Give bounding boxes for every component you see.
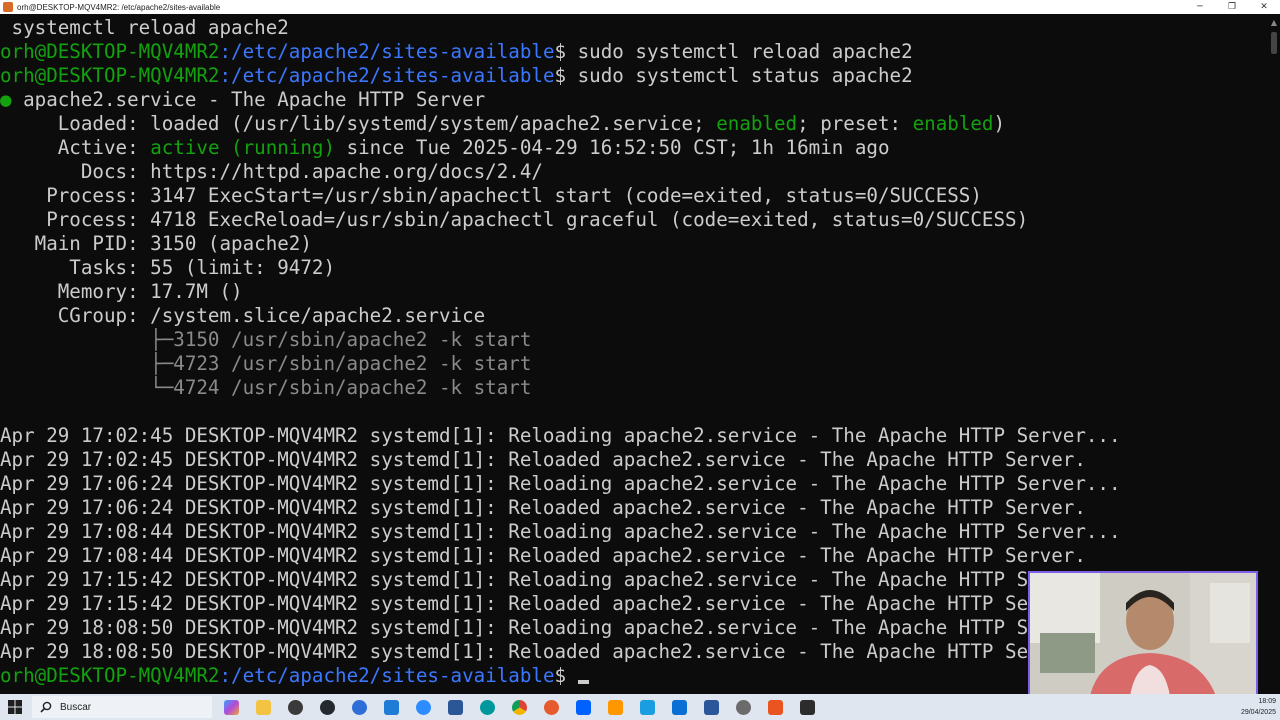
command-text: sudo systemctl reload apache2 — [566, 40, 913, 63]
zoom-icon[interactable] — [410, 695, 436, 719]
terminal-line: Active: active (running) since Tue 2025-… — [0, 136, 890, 159]
terminal-prompt-line: orh@DESKTOP-MQV4MR2:/etc/apache2/sites-a… — [0, 64, 1268, 88]
windows-start-button[interactable] — [0, 694, 30, 720]
prompt-symbol: $ — [554, 40, 567, 63]
prompt-path: :/etc/apache2/sites-available — [219, 664, 555, 687]
obs-icon[interactable] — [282, 695, 308, 719]
copilot-icon[interactable] — [218, 695, 244, 719]
outlook-icon[interactable] — [666, 695, 692, 719]
terminal-line: Main PID: 3150 (apache2) — [0, 232, 312, 255]
log-line: Apr 29 17:08:44 DESKTOP-MQV4MR2 systemd[… — [0, 544, 1086, 567]
powershell-icon[interactable] — [442, 695, 468, 719]
prompt-user: orh@DESKTOP-MQV4MR2 — [0, 40, 220, 63]
scroll-up-icon[interactable]: ▲ — [1268, 16, 1280, 28]
sublime-icon[interactable] — [602, 695, 628, 719]
prompt-symbol: $ — [554, 64, 567, 87]
clock-date: 29/04/2025 — [1240, 709, 1276, 716]
settings-icon[interactable] — [730, 695, 756, 719]
taskbar-search-box[interactable]: Buscar — [32, 696, 212, 718]
word-icon[interactable] — [698, 695, 724, 719]
windows-start-icon — [8, 700, 22, 714]
taskbar-clock[interactable]: 18:09 29/04/2025 — [1241, 696, 1276, 718]
log-line: Apr 29 17:06:24 DESKTOP-MQV4MR2 systemd[… — [0, 496, 1086, 519]
terminal-line: systemctl reload apache2 — [0, 16, 289, 39]
chrome-icon[interactable] — [506, 695, 532, 719]
close-button[interactable]: ✕ — [1248, 0, 1280, 14]
terminal-line: ● apache2.service - The Apache HTTP Serv… — [0, 88, 486, 111]
prompt-path: :/etc/apache2/sites-available — [219, 64, 555, 87]
log-line: Apr 29 17:02:45 DESKTOP-MQV4MR2 systemd[… — [0, 424, 1121, 447]
text-cursor — [577, 680, 589, 684]
browser-icon[interactable] — [346, 695, 372, 719]
command-text: sudo systemctl status apache2 — [566, 64, 913, 87]
presenter-video-image — [1030, 573, 1256, 696]
arduino-icon[interactable] — [474, 695, 500, 719]
file-explorer-icon[interactable] — [250, 695, 276, 719]
scrollbar-thumb[interactable] — [1271, 32, 1277, 54]
terminal-line: CGroup: /system.slice/apache2.service — [0, 304, 486, 327]
dropbox-icon[interactable] — [570, 695, 596, 719]
prompt-path: :/etc/apache2/sites-available — [219, 40, 555, 63]
terminal-line: Memory: 17.7M () — [0, 280, 243, 303]
firefox-icon[interactable] — [538, 695, 564, 719]
terminal-prompt-line: orh@DESKTOP-MQV4MR2:/etc/apache2/sites-a… — [0, 40, 1268, 64]
terminal-line: Process: 3147 ExecStart=/usr/sbin/apache… — [0, 184, 982, 207]
prompt-user: orh@DESKTOP-MQV4MR2 — [0, 64, 220, 87]
vscode-icon[interactable] — [378, 695, 404, 719]
terminal-line: Loaded: loaded (/usr/lib/systemd/system/… — [0, 112, 1006, 135]
active-status: active (running) — [150, 136, 336, 159]
snipping-icon[interactable] — [634, 695, 660, 719]
webcam-overlay — [1028, 571, 1258, 698]
search-icon — [40, 701, 52, 713]
terminal-line: └─4724 /usr/sbin/apache2 -k start — [0, 376, 532, 399]
windows-taskbar: Buscar 18:09 29/04/2025 — [0, 694, 1280, 720]
log-line: Apr 29 17:08:44 DESKTOP-MQV4MR2 systemd[… — [0, 520, 1121, 543]
log-line: Apr 29 17:02:45 DESKTOP-MQV4MR2 systemd[… — [0, 448, 1086, 471]
status-dot-icon: ● — [0, 88, 12, 111]
terminal-scrollbar[interactable]: ▲ — [1268, 16, 1280, 690]
maximize-button[interactable]: ❐ — [1216, 0, 1248, 14]
github-icon[interactable] — [314, 695, 340, 719]
ubuntu-app-icon — [3, 2, 13, 12]
prompt-symbol: $ — [554, 664, 567, 687]
search-label: Buscar — [60, 701, 92, 713]
terminal-line: ├─4723 /usr/sbin/apache2 -k start — [0, 352, 532, 375]
window-titlebar: orh@DESKTOP-MQV4MR2: /etc/apache2/sites-… — [0, 0, 1280, 14]
log-line: Apr 29 17:06:24 DESKTOP-MQV4MR2 systemd[… — [0, 472, 1121, 495]
minimize-button[interactable]: ─ — [1184, 0, 1216, 14]
wsl-icon[interactable] — [762, 695, 788, 719]
window-controls: ─ ❐ ✕ — [1184, 0, 1280, 14]
terminal-line: Process: 4718 ExecReload=/usr/sbin/apach… — [0, 208, 1029, 231]
window-title: orh@DESKTOP-MQV4MR2: /etc/apache2/sites-… — [17, 2, 221, 12]
terminal-icon[interactable] — [794, 695, 820, 719]
terminal-line: Docs: https://httpd.apache.org/docs/2.4/ — [0, 160, 543, 183]
clock-time: 18:09 — [1258, 698, 1276, 705]
taskbar-pinned-apps — [218, 695, 826, 719]
prompt-user: orh@DESKTOP-MQV4MR2 — [0, 664, 220, 687]
terminal-line: ├─3150 /usr/sbin/apache2 -k start — [0, 328, 532, 351]
terminal-line: Tasks: 55 (limit: 9472) — [0, 256, 336, 279]
